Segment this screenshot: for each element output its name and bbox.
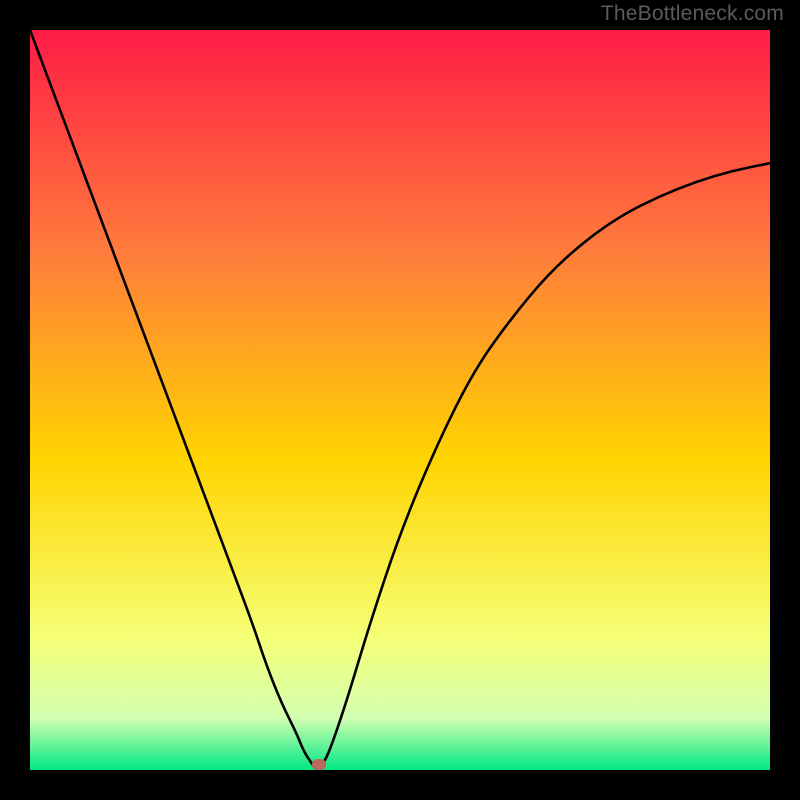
plot-area: [30, 30, 770, 770]
chart-frame: TheBottleneck.com: [0, 0, 800, 800]
minimum-marker: [312, 759, 326, 770]
chart-svg: [30, 30, 770, 770]
watermark-text: TheBottleneck.com: [601, 2, 784, 26]
gradient-background: [30, 30, 770, 770]
